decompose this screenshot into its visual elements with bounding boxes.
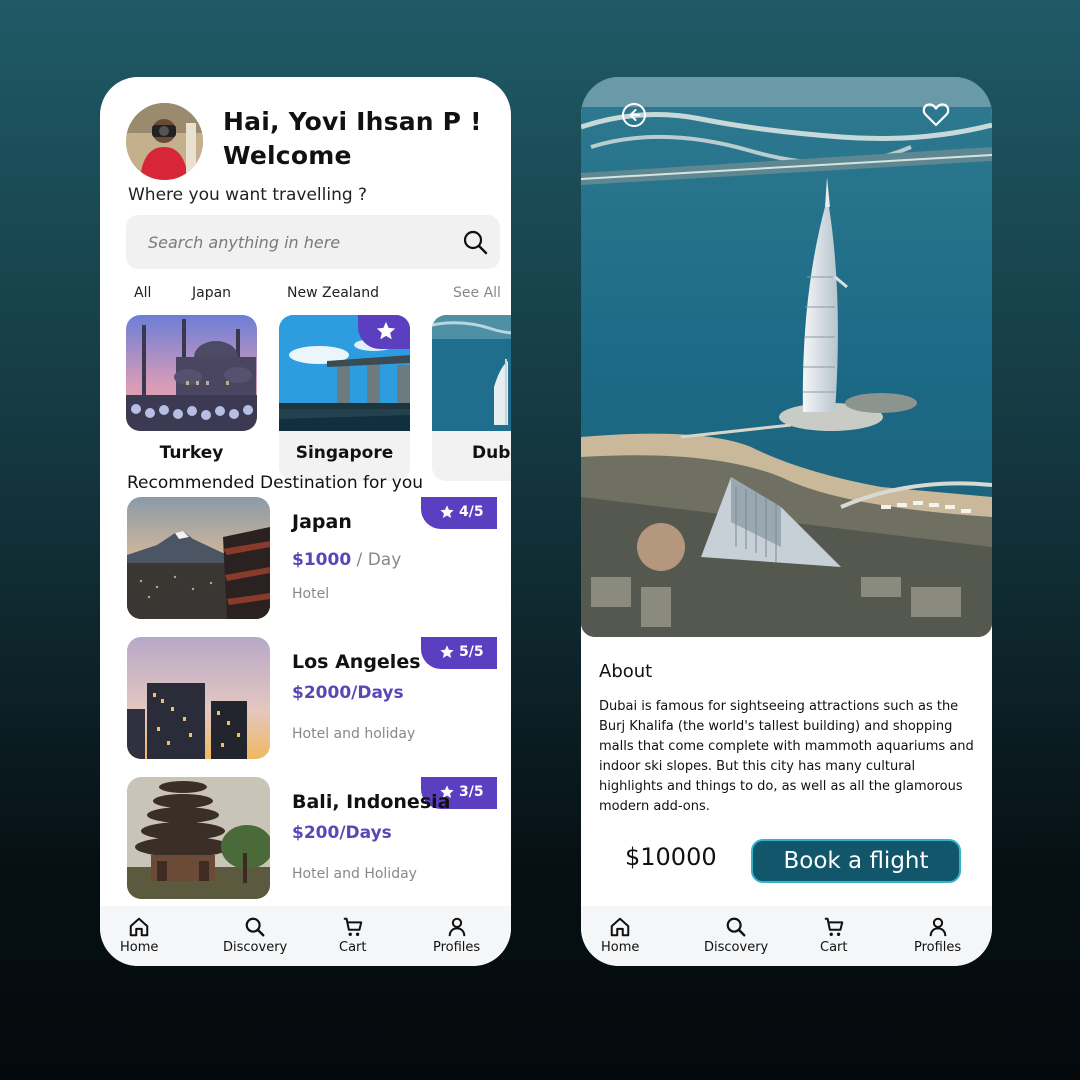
search-bar xyxy=(126,215,500,269)
destination-card-turkey[interactable]: Turkey xyxy=(126,315,257,481)
nav-label: Discovery xyxy=(704,940,769,955)
subtitle: Where you want travelling ? xyxy=(128,185,368,205)
greeting-name: Hai, Yovi Ihsan P ! xyxy=(223,107,482,136)
star-icon xyxy=(376,321,396,340)
recommended-tag: Hotel and holiday xyxy=(292,726,416,742)
about-title: About xyxy=(599,661,653,682)
turkey-image xyxy=(126,315,257,431)
nav-label: Discovery xyxy=(223,940,288,955)
japan-image xyxy=(127,497,270,619)
recommended-price: $1000 / Day xyxy=(292,550,401,570)
rating-value: 5/5 xyxy=(459,644,484,660)
recommended-title: Recommended Destination for you xyxy=(127,473,424,493)
about-description: Dubai is famous for sightseeing attracti… xyxy=(599,699,974,814)
category-filters: All Japan New Zealand See All xyxy=(100,285,511,305)
user-icon xyxy=(448,917,465,937)
bottom-nav: Home Discovery Cart Profiles xyxy=(100,906,511,966)
star-icon xyxy=(440,505,454,518)
destination-card-singapore[interactable]: Singapore xyxy=(279,315,410,481)
bali-image xyxy=(127,777,270,899)
nav-label: Home xyxy=(601,940,640,955)
home-icon xyxy=(610,917,630,937)
nav-home[interactable]: Home xyxy=(120,916,158,955)
destination-card-dubai[interactable]: Dubai xyxy=(432,315,511,481)
price-value: $200/Days xyxy=(292,823,392,843)
price-value: $1000 xyxy=(292,550,352,570)
nav-label: Profiles xyxy=(914,940,962,955)
dubai-hero-image xyxy=(581,77,992,637)
total-price: $10000 xyxy=(625,843,717,871)
rating-badge: 4/5 xyxy=(421,497,497,529)
home-icon xyxy=(129,917,149,937)
search-icon xyxy=(726,917,746,937)
nav-cart[interactable]: Cart xyxy=(820,916,848,955)
recommended-item-los-angeles[interactable]: 5/5 Los Angeles $2000/Days Hotel and hol… xyxy=(127,637,497,759)
search-icon[interactable] xyxy=(462,229,488,255)
cart-icon xyxy=(343,917,363,936)
dubai-image xyxy=(432,315,511,431)
nav-label: Profiles xyxy=(433,940,481,955)
nav-label: Cart xyxy=(339,940,367,955)
destination-label: Singapore xyxy=(295,443,394,463)
star-icon xyxy=(440,645,454,658)
los-angeles-image xyxy=(127,637,270,759)
see-all-link[interactable]: See All xyxy=(453,285,501,301)
favorite-badge[interactable] xyxy=(358,315,410,349)
bottom-nav: Home Discovery Cart Profiles xyxy=(581,906,992,966)
search-input[interactable] xyxy=(148,215,448,269)
price-value: $2000/Days xyxy=(292,683,404,703)
rating-badge: 5/5 xyxy=(421,637,497,669)
nav-discovery[interactable]: Discovery xyxy=(704,916,768,955)
detail-screen: About Dubai is famous for sightseeing at… xyxy=(581,77,992,966)
recommended-item-bali[interactable]: 3/5 Bali, Indonesia $200/Days Hotel and … xyxy=(127,777,497,899)
nav-label: Cart xyxy=(820,940,848,955)
recommended-item-japan[interactable]: 4/5 Japan $1000 / Day Hotel xyxy=(127,497,497,619)
nav-profiles[interactable]: Profiles xyxy=(914,916,961,955)
recommended-tag: Hotel xyxy=(292,586,330,602)
recommended-price: $200/Days xyxy=(292,823,392,843)
home-screen: Hai, Yovi Ihsan P ! Welcome Where you wa… xyxy=(100,77,511,966)
nav-home[interactable]: Home xyxy=(601,916,639,955)
destination-label: Turkey xyxy=(159,443,224,463)
heart-icon[interactable] xyxy=(922,101,950,127)
cart-icon xyxy=(824,917,844,936)
greeting-welcome: Welcome xyxy=(223,141,352,170)
recommended-name: Los Angeles xyxy=(292,651,421,673)
nav-cart[interactable]: Cart xyxy=(339,916,367,955)
destination-label: Dubai xyxy=(472,443,511,463)
recommended-tag: Hotel and Holiday xyxy=(292,866,417,882)
nav-profiles[interactable]: Profiles xyxy=(433,916,480,955)
nav-discovery[interactable]: Discovery xyxy=(223,916,287,955)
recommended-price: $2000/Days xyxy=(292,683,404,703)
back-arrow-icon[interactable] xyxy=(621,102,647,128)
book-flight-button[interactable]: Book a flight xyxy=(751,839,961,883)
filter-all[interactable]: All xyxy=(134,285,151,301)
search-icon xyxy=(245,917,265,937)
rating-value: 4/5 xyxy=(459,504,484,520)
avatar[interactable] xyxy=(126,103,203,180)
nav-label: Home xyxy=(120,940,159,955)
filter-japan[interactable]: Japan xyxy=(192,285,231,301)
user-icon xyxy=(929,917,946,937)
greeting: Hai, Yovi Ihsan P ! Welcome xyxy=(223,105,482,173)
recommended-name: Japan xyxy=(292,511,352,533)
rating-value: 3/5 xyxy=(459,784,484,800)
recommended-name: Bali, Indonesia xyxy=(292,791,451,813)
price-unit: / Day xyxy=(351,550,402,570)
filter-new-zealand[interactable]: New Zealand xyxy=(287,285,379,301)
